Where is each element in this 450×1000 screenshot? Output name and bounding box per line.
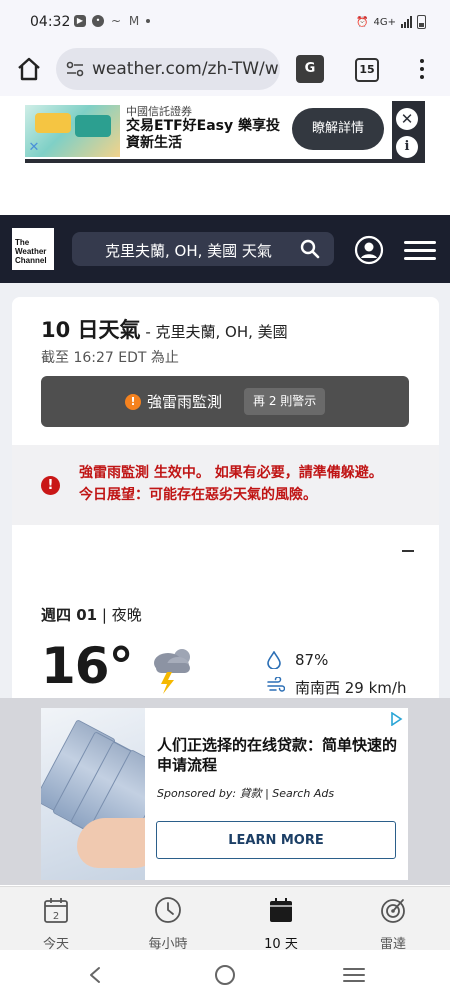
gmail-icon: M [128,14,140,28]
wind: 南南西 29 km/h [267,676,406,697]
bottom-ad-image [41,708,145,880]
home-icon[interactable] [14,54,44,84]
page-title-text: 10 日天氣 [41,318,141,342]
clock-icon [155,897,181,923]
network-type: 4G+ [373,16,397,28]
nav-10day[interactable]: 10 天 [241,895,321,952]
bottom-nav: 2 今天 每小時 10 天 雷達 [0,886,450,952]
radar-icon [381,899,405,923]
logo-line: Weather [15,247,47,256]
line-app-icon: ~ [110,14,122,28]
ad-close-small-icon[interactable]: ✕ [27,141,41,155]
chat-app-icon: • [92,15,104,27]
address-bar[interactable]: weather.com/zh-TW/w [56,48,280,90]
site-settings-icon[interactable] [66,61,84,77]
humidity-value: 87% [295,651,329,669]
battery-icon [417,15,426,29]
translate-icon[interactable]: G [296,55,324,83]
calendar-day-icon: 2 [44,898,68,923]
home-button-icon[interactable] [215,965,235,985]
forecast-card: 10 日天氣 - 克里夫蘭, OH, 美國 截至 16:27 EDT 為止 ! … [12,297,439,698]
adchoices-icon[interactable] [389,712,403,726]
back-icon[interactable] [88,966,102,984]
top-ad-title: 交易ETF好Easy 樂享投資新生活 [126,118,281,151]
play-app-icon: ▶ [74,15,86,27]
nav-hourly[interactable]: 每小時 [128,895,208,952]
more-notifications-icon [146,19,150,23]
alert-bar[interactable]: ! 強雷雨監測 再 2 則警示 [41,376,409,427]
warning-text: 強雷雨監測 生效中。 如果有必要，請準備躲避。 今日展望：可能存在惡劣天氣的風險… [79,465,383,503]
bottom-ad[interactable]: 人们正选择的在线贷款：简单快速的申请流程 Sponsored by: 貸款 | … [41,708,408,880]
user-account-icon[interactable] [354,235,384,265]
alert-label: 強雷雨監測 [147,393,223,411]
ad-image-card [75,115,111,137]
thunderstorm-icon [154,649,190,694]
alarm-icon: ⏰ [356,16,369,28]
warning-icon: ! [41,476,60,495]
ad-image-card [35,113,71,133]
humidity: 87% [267,650,328,673]
hand-image [77,818,145,868]
calendar-day-number: 2 [53,911,59,922]
wind-icon [267,676,286,692]
day-period: | 夜晚 [97,606,142,624]
wind-value: 南南西 29 km/h [295,679,407,697]
close-icon[interactable]: ✕ [396,108,418,130]
top-ad-banner[interactable]: ✕ 中國信託證券 交易ETF好Easy 樂享投資新生活 瞭解詳情 ✕ i [25,101,425,163]
logo-line: The [15,238,30,247]
updated-time: 截至 16:27 EDT 為止 [41,350,179,366]
site-header: The Weather Channel 克里夫蘭, OH, 美國 天氣 [0,215,450,283]
day-label[interactable]: 週四 01 | 夜晚 [41,604,142,625]
url-text: weather.com/zh-TW/w [92,59,279,79]
recent-apps-icon[interactable] [343,968,365,982]
weather-warning: ! 強雷雨監測 生效中。 如果有必要，請準備躲避。 今日展望：可能存在惡劣天氣的… [12,445,439,525]
system-nav-bar [0,950,450,1000]
hamburger-menu-icon[interactable] [404,241,436,261]
nav-today[interactable]: 2 今天 [16,895,96,952]
search-icon[interactable] [300,239,320,259]
status-bar: 04:32 ▶ • ~ M ⏰ 4G+ [0,0,450,44]
weather-channel-logo[interactable]: The Weather Channel [12,228,54,270]
top-ad-cta-button[interactable]: 瞭解詳情 [292,108,384,150]
learn-more-button[interactable]: LEARN MORE [156,821,396,859]
signal-icon [401,16,412,28]
alert-icon: ! [125,394,141,410]
more-alerts-button[interactable]: 再 2 則警示 [244,388,326,415]
day-date: 週四 01 [41,606,98,624]
logo-line: Channel [15,256,47,265]
info-icon[interactable]: i [396,136,418,158]
calendar-icon [270,898,292,922]
browser-toolbar: weather.com/zh-TW/w G 15 [0,44,450,96]
location-search-text: 克里夫蘭, OH, 美國 天氣 [105,242,272,260]
humidity-drop-icon [267,650,281,670]
status-system-icons: ⏰ 4G+ [356,15,426,29]
bottom-ad-title: 人们正选择的在线贷款：简单快速的申请流程 [157,736,398,774]
page-title: 10 日天氣 - 克里夫蘭, OH, 美國 [41,314,288,344]
nav-radar[interactable]: 雷達 [353,895,433,952]
top-ad-brand: 中國信託證券 [126,105,192,118]
location-search[interactable]: 克里夫蘭, OH, 美國 天氣 [72,232,334,266]
bottom-ad-sponsor: Sponsored by: 貸款 | Search Ads [157,787,335,800]
temperature: 16° [41,637,134,695]
tab-count-button[interactable]: 15 [355,58,379,82]
page-title-location: - 克里夫蘭, OH, 美國 [140,323,288,341]
top-ad-content[interactable]: ✕ 中國信託證券 交易ETF好Easy 樂享投資新生活 瞭解詳情 [25,101,392,159]
browser-menu-icon[interactable] [414,56,430,82]
status-time: 04:32 [30,14,71,30]
status-notification-icons: ▶ • ~ M [74,15,150,27]
collapse-icon[interactable] [402,550,414,552]
